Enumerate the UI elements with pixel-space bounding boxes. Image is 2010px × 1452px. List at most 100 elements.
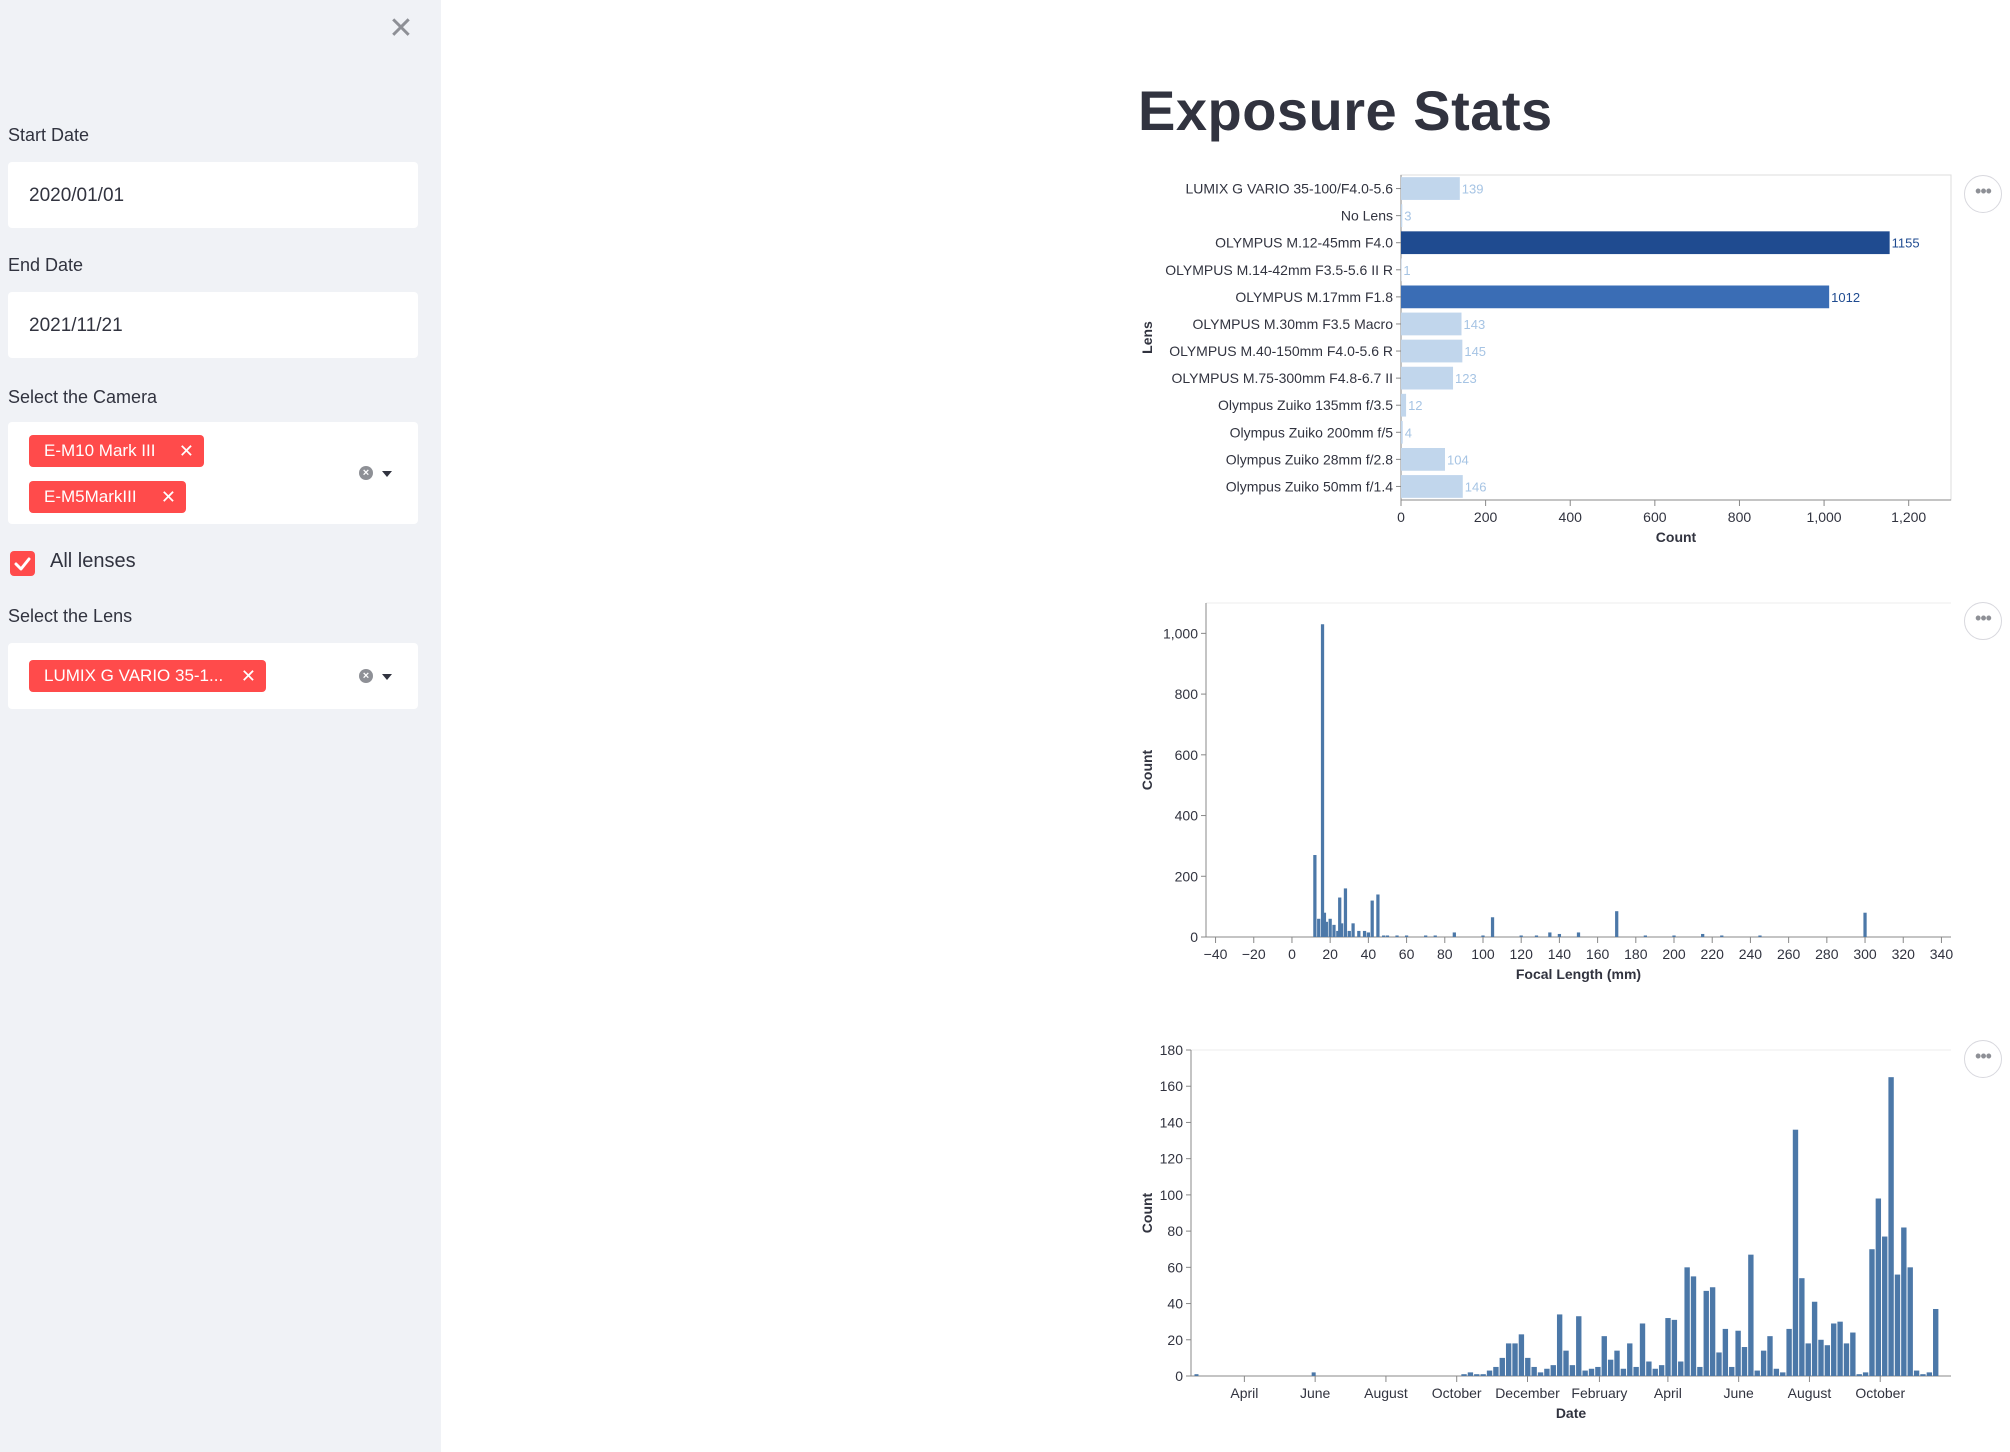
bar — [1401, 339, 1463, 363]
bar — [1328, 918, 1332, 937]
bar — [1646, 1361, 1652, 1376]
y-tick-label: Olympus Zuiko 200mm f/5 — [1230, 424, 1394, 440]
bar — [1481, 935, 1485, 937]
bar — [1569, 1365, 1576, 1376]
x-tick-label: February — [1571, 1385, 1627, 1401]
bar — [1792, 1129, 1799, 1376]
bar — [1548, 932, 1552, 937]
bar — [1490, 917, 1495, 937]
x-tick-label: 300 — [1853, 946, 1877, 962]
x-tick-label: April — [1230, 1385, 1258, 1401]
bar — [1786, 1328, 1792, 1376]
bar — [1505, 1343, 1512, 1376]
x-tick-label: 220 — [1701, 946, 1725, 962]
bar — [1452, 932, 1456, 937]
bar — [1401, 420, 1403, 444]
bar — [1672, 935, 1676, 937]
data-label: 104 — [1447, 452, 1469, 467]
bar — [1773, 1368, 1780, 1376]
bar — [1639, 1323, 1646, 1376]
data-label: 1155 — [1892, 236, 1920, 251]
data-label: 139 — [1462, 182, 1484, 197]
x-tick-label: 280 — [1815, 946, 1839, 962]
x-tick-label: 400 — [1559, 509, 1583, 525]
x-tick-label: 100 — [1471, 946, 1495, 962]
y-tick-label: No Lens — [1341, 208, 1393, 224]
bar — [1362, 930, 1367, 937]
bar — [1324, 921, 1328, 937]
bar — [1620, 1368, 1627, 1376]
x-tick-label: 140 — [1548, 946, 1572, 962]
x-tick-label: 0 — [1397, 509, 1405, 525]
bar — [1320, 624, 1325, 937]
bar — [1926, 1372, 1933, 1376]
data-label: 145 — [1464, 344, 1486, 359]
y-tick-label: OLYMPUS M.30mm F3.5 Macro — [1193, 316, 1394, 332]
charts-canvas: LUMIX G VARIO 35-100/F4.0-5.6 139 No Lens 3… — [1139, 174, 1954, 1421]
data-label: 123 — [1455, 371, 1477, 386]
y-tick-label: 40 — [1167, 1296, 1183, 1312]
x-tick-label: December — [1495, 1385, 1560, 1401]
bar — [1701, 933, 1705, 937]
bar — [1862, 1372, 1869, 1376]
bar — [1633, 1366, 1639, 1376]
bar — [1818, 1339, 1824, 1376]
bar — [1493, 1366, 1499, 1376]
x-tick-label: 60 — [1399, 946, 1415, 962]
y-tick-label: 200 — [1175, 868, 1199, 884]
x-tick-label: 20 — [1322, 946, 1338, 962]
y-tick-label: 1,000 — [1163, 625, 1198, 641]
bar — [1433, 935, 1437, 937]
bar — [1875, 1198, 1882, 1376]
data-label: 3 — [1404, 209, 1411, 224]
y-tick-label: LUMIX G VARIO 35-100/F4.0-5.6 — [1186, 181, 1394, 197]
bar — [1869, 1249, 1875, 1376]
y-tick-label: OLYMPUS M.14-42mm F3.5-5.6 II R — [1165, 262, 1393, 278]
bar — [1395, 935, 1399, 937]
bar — [1576, 1316, 1582, 1376]
bar — [1588, 1368, 1595, 1376]
x-tick-label: 260 — [1777, 946, 1801, 962]
y-axis-title: Count — [1139, 749, 1155, 790]
bar — [1671, 1319, 1678, 1376]
x-axis-title: Focal Length (mm) — [1516, 966, 1641, 982]
bar — [1401, 177, 1460, 200]
bar — [1735, 1330, 1741, 1376]
bar — [1729, 1366, 1735, 1376]
bar — [1401, 475, 1463, 498]
bar — [1741, 1347, 1748, 1376]
data-label: 4 — [1405, 425, 1412, 440]
bar — [1385, 935, 1390, 937]
bar — [1537, 1372, 1544, 1376]
y-tick-label: 180 — [1160, 1042, 1184, 1058]
data-label: 1012 — [1831, 290, 1860, 305]
bar — [1658, 1365, 1665, 1376]
x-tick-label: 320 — [1892, 946, 1916, 962]
bar — [1901, 1227, 1907, 1376]
bar — [1780, 1372, 1786, 1376]
bar — [1831, 1323, 1837, 1376]
bar — [1534, 935, 1539, 937]
y-tick-label: 80 — [1167, 1223, 1183, 1239]
bar — [1709, 1287, 1716, 1376]
plot-frame — [1400, 174, 1952, 501]
y-tick-label: 20 — [1167, 1332, 1183, 1348]
x-tick-label: 800 — [1728, 509, 1752, 525]
bar — [1512, 1343, 1518, 1376]
bar — [1401, 204, 1403, 227]
bar — [1863, 912, 1867, 937]
bar — [1758, 935, 1762, 937]
bar — [1907, 1267, 1913, 1376]
data-label: 12 — [1408, 398, 1422, 413]
x-tick-label: October — [1432, 1385, 1482, 1401]
bar — [1607, 1359, 1614, 1376]
x-tick-label: 340 — [1930, 946, 1954, 962]
x-axis-title: Count — [1656, 529, 1697, 545]
bar — [1563, 1350, 1569, 1376]
y-tick-label: OLYMPUS M.75-300mm F4.8-6.7 II — [1172, 370, 1393, 386]
y-tick-label: OLYMPUS M.40-150mm F4.0-5.6 R — [1169, 343, 1393, 359]
bar — [1882, 1236, 1888, 1376]
bar — [1824, 1345, 1831, 1376]
bar — [1843, 1343, 1850, 1376]
y-tick-label: OLYMPUS M.17mm F1.8 — [1235, 289, 1393, 305]
